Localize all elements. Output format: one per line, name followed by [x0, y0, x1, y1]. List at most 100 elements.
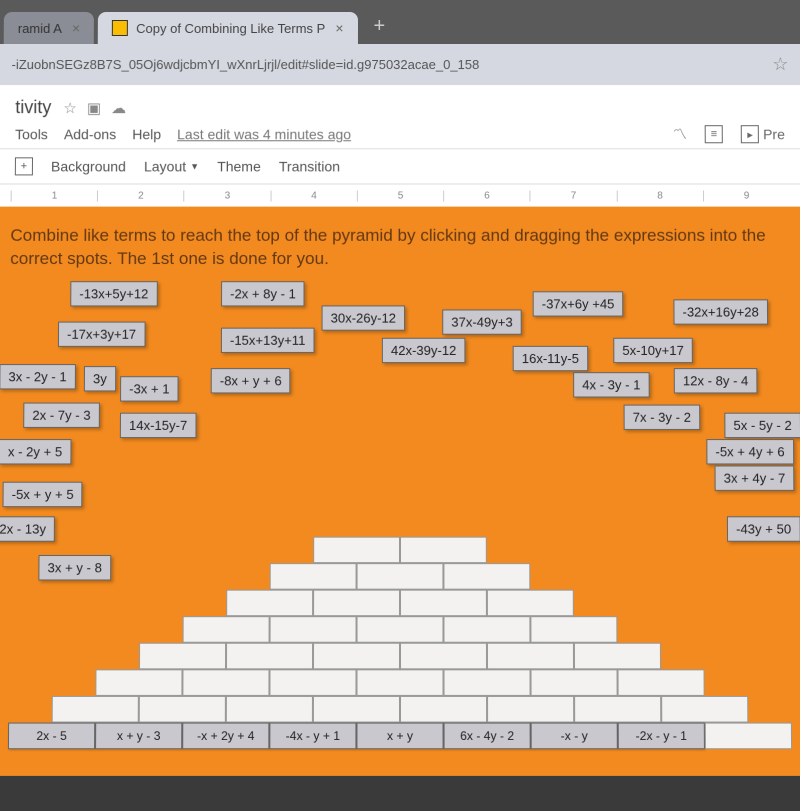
pyramid-brick[interactable]: [574, 696, 661, 723]
pyramid-brick[interactable]: [530, 616, 617, 643]
bookmark-star-icon[interactable]: ☆: [772, 54, 788, 75]
menu-addons[interactable]: Add-ons: [64, 126, 116, 142]
pyramid-brick[interactable]: [313, 696, 400, 723]
pyramid-brick[interactable]: [356, 669, 443, 696]
expression-tile[interactable]: -13x+5y+12: [70, 281, 157, 306]
menu-tools[interactable]: Tools: [15, 126, 48, 142]
pyramid-brick[interactable]: [52, 696, 139, 723]
expression-tile[interactable]: 7x - 3y - 2: [624, 404, 700, 429]
expression-tile[interactable]: 5x-10y+17: [613, 338, 693, 363]
expression-tile[interactable]: 2x - 13y: [0, 516, 55, 541]
expression-tile[interactable]: -8x + y + 6: [211, 368, 291, 393]
present-button[interactable]: ▸ Pre: [741, 125, 785, 143]
expression-tile[interactable]: -2x + 8y - 1: [221, 281, 305, 306]
pyramid-brick[interactable]: [226, 590, 313, 617]
pyramid-brick[interactable]: [487, 696, 574, 723]
pyramid-row: [8, 590, 792, 617]
star-icon[interactable]: ☆: [63, 99, 77, 117]
pyramid-brick[interactable]: [269, 669, 356, 696]
expression-tile[interactable]: 5x - 5y - 2: [724, 413, 800, 438]
expression-tile[interactable]: -32x+16y+28: [673, 299, 768, 324]
new-tab-button[interactable]: +: [362, 9, 398, 44]
pyramid-brick[interactable]: [487, 590, 574, 617]
move-icon[interactable]: ▣: [87, 99, 101, 117]
pyramid-brick[interactable]: 6x - 4y - 2: [444, 722, 531, 749]
pyramid-brick[interactable]: x + y - 3: [95, 722, 182, 749]
trend-icon[interactable]: 〽: [673, 124, 687, 144]
expression-tile[interactable]: 2x - 7y - 3: [23, 402, 99, 427]
expression-tile[interactable]: 30x-26y-12: [322, 305, 406, 330]
theme-button[interactable]: Theme: [217, 158, 261, 174]
expression-tile[interactable]: 3y: [84, 366, 116, 391]
pyramid-brick[interactable]: [531, 669, 618, 696]
expression-tile[interactable]: -17x+3y+17: [58, 321, 145, 346]
pyramid-brick[interactable]: -x - y: [531, 722, 618, 749]
pyramid-brick[interactable]: [400, 696, 487, 723]
pyramid-brick[interactable]: [183, 616, 270, 643]
pyramid-brick[interactable]: 2x - 5: [8, 722, 95, 749]
pyramid-brick[interactable]: [226, 696, 313, 723]
expression-tile[interactable]: 37x-49y+3: [442, 309, 522, 334]
expression-tile[interactable]: -5x + y + 5: [3, 482, 83, 507]
expression-tile[interactable]: 3x + 4y - 7: [715, 465, 795, 490]
pyramid-brick[interactable]: [443, 563, 530, 590]
pyramid-brick[interactable]: [226, 643, 313, 670]
expression-tile[interactable]: 12x - 8y - 4: [674, 368, 758, 393]
pyramid-brick[interactable]: [400, 643, 487, 670]
expression-tile[interactable]: 14x-15y-7: [120, 413, 196, 438]
pyramid-brick[interactable]: [313, 590, 400, 617]
slides-icon: [112, 20, 128, 36]
close-icon[interactable]: ×: [72, 20, 80, 36]
comments-icon[interactable]: ≡: [705, 125, 723, 143]
tab-inactive[interactable]: ramid A ×: [4, 12, 95, 44]
expression-tile[interactable]: 42x-39y-12: [382, 338, 466, 363]
expression-tile[interactable]: -37x+6y +45: [533, 291, 624, 316]
expression-tile[interactable]: -5x + 4y + 6: [706, 439, 793, 464]
pyramid-brick[interactable]: [95, 669, 182, 696]
pyramid-brick[interactable]: [444, 669, 531, 696]
expression-tile[interactable]: 4x - 3y - 1: [573, 372, 649, 397]
close-icon[interactable]: ×: [335, 20, 343, 36]
ruler-mark: 6: [443, 190, 530, 201]
expression-tile[interactable]: 3x + y - 8: [38, 555, 111, 580]
expression-tile[interactable]: x - 2y + 5: [0, 439, 71, 464]
layout-button[interactable]: Layout▼: [144, 158, 199, 174]
pyramid-brick[interactable]: [661, 696, 748, 723]
pyramid-brick[interactable]: [574, 643, 661, 670]
cloud-icon[interactable]: ☁: [111, 99, 126, 117]
pyramid-brick[interactable]: [270, 563, 357, 590]
tab-active[interactable]: Copy of Combining Like Terms P ×: [98, 12, 357, 44]
pyramid-brick[interactable]: [313, 643, 400, 670]
pyramid-brick[interactable]: [357, 563, 444, 590]
background-button[interactable]: Background: [51, 158, 126, 174]
new-slide-button[interactable]: +: [15, 157, 33, 175]
pyramid-brick[interactable]: [400, 537, 487, 563]
slide-canvas[interactable]: Combine like terms to reach the top of t…: [0, 207, 800, 776]
pyramid-brick[interactable]: [139, 643, 226, 670]
pyramid-brick[interactable]: [487, 643, 574, 670]
pyramid-brick[interactable]: [357, 616, 444, 643]
expression-tile[interactable]: -43y + 50: [727, 516, 800, 541]
pyramid-brick[interactable]: -2x - y - 1: [618, 722, 705, 749]
expression-tile[interactable]: -15x+13y+11: [221, 328, 315, 353]
last-edit-link[interactable]: Last edit was 4 minutes ago: [177, 126, 351, 142]
url-bar[interactable]: -iZuobnSEGz8B7S_05Oj6wdjcbmYI_wXnrLjrjl/…: [0, 44, 800, 85]
pyramid-row: [7, 669, 792, 696]
pyramid-brick[interactable]: -4x - y + 1: [269, 722, 356, 749]
transition-button[interactable]: Transition: [279, 158, 340, 174]
pyramid-brick[interactable]: [182, 669, 269, 696]
doc-title[interactable]: tivity: [15, 97, 51, 118]
expression-tile[interactable]: -3x + 1: [120, 376, 179, 401]
menu-help[interactable]: Help: [132, 126, 161, 142]
pyramid-brick[interactable]: [705, 722, 792, 749]
pyramid-brick[interactable]: x + y: [356, 722, 443, 749]
pyramid-brick[interactable]: [443, 616, 530, 643]
pyramid-brick[interactable]: [313, 537, 400, 563]
expression-tile[interactable]: 16x-11y-5: [513, 346, 588, 371]
pyramid-brick[interactable]: [400, 590, 487, 617]
pyramid-brick[interactable]: -x + 2y + 4: [182, 722, 269, 749]
pyramid-brick[interactable]: [618, 669, 705, 696]
pyramid-brick[interactable]: [139, 696, 226, 723]
pyramid-brick[interactable]: [270, 616, 357, 643]
expression-tile[interactable]: 3x - 2y - 1: [0, 364, 76, 389]
